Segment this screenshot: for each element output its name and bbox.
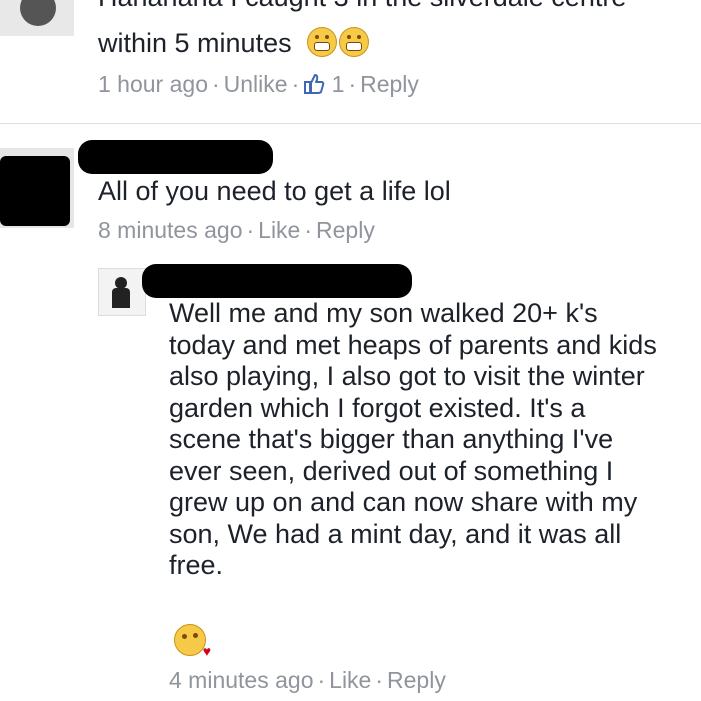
separator: · <box>317 667 326 693</box>
avatar[interactable] <box>98 268 146 316</box>
comment-text: All of you need to get a life lol <box>98 176 451 206</box>
reply-link[interactable]: Reply <box>316 217 375 243</box>
grinning-face-icon <box>307 27 338 57</box>
kissing-face-icon <box>174 624 211 659</box>
comment-text-line: Well me and my son walked 20+ k's <box>169 298 598 328</box>
separator: · <box>246 217 255 243</box>
grinning-face-icon <box>339 27 370 57</box>
comment-meta: 1 hour ago · Unlike · 1 · Reply <box>98 71 419 101</box>
comment-text-line: scene that's bigger than anything I've <box>169 424 614 454</box>
timestamp[interactable]: 4 minutes ago <box>169 667 313 693</box>
comment-meta: 4 minutes ago · Like · Reply <box>169 667 446 694</box>
divider <box>0 123 701 124</box>
comment-meta: 8 minutes ago · Like · Reply <box>98 217 375 244</box>
comment-text-line: Hahahaha I caught 3 in the silverdale ce… <box>98 0 626 14</box>
comment-text-line: ever seen, derived out of something I <box>169 455 614 486</box>
avatar-image <box>20 0 56 26</box>
reply-link[interactable]: Reply <box>387 667 446 693</box>
comment-text-line: also playing, I also got to visit the wi… <box>169 361 645 391</box>
comment-body: Well me and my son walked 20+ k's today … <box>169 298 657 582</box>
thumbs-up-icon[interactable] <box>303 73 325 101</box>
timestamp[interactable]: 1 hour ago <box>98 71 208 97</box>
comment-text: within 5 minutes <box>98 28 292 58</box>
separator: · <box>211 71 220 97</box>
avatar[interactable] <box>0 148 74 228</box>
like-link[interactable]: Like <box>258 217 300 243</box>
redacted-name <box>142 264 412 298</box>
separator: · <box>304 217 313 243</box>
comment-text-line: today and met heaps of parents and kids <box>169 329 657 360</box>
comment-text-line: grew up on and can now share with my <box>169 487 638 517</box>
person-body <box>112 288 130 308</box>
comment-text-line: garden which I forgot existed. It's a <box>169 392 586 423</box>
redacted-name <box>78 140 273 174</box>
separator: · <box>291 71 300 97</box>
comment-text-line: son, We had a mint day, and it was all <box>169 518 622 549</box>
comment-text-line: within 5 minutes <box>98 27 370 60</box>
redaction-mark <box>0 156 70 226</box>
like-count: 1 <box>331 71 345 97</box>
avatar[interactable] <box>0 0 74 36</box>
timestamp[interactable]: 8 minutes ago <box>98 217 242 243</box>
separator: · <box>348 71 357 97</box>
reply-link[interactable]: Reply <box>360 71 419 97</box>
separator: · <box>375 667 384 693</box>
comment-text-line: free. <box>169 550 224 580</box>
unlike-link[interactable]: Unlike <box>224 71 288 97</box>
like-link[interactable]: Like <box>329 667 371 693</box>
